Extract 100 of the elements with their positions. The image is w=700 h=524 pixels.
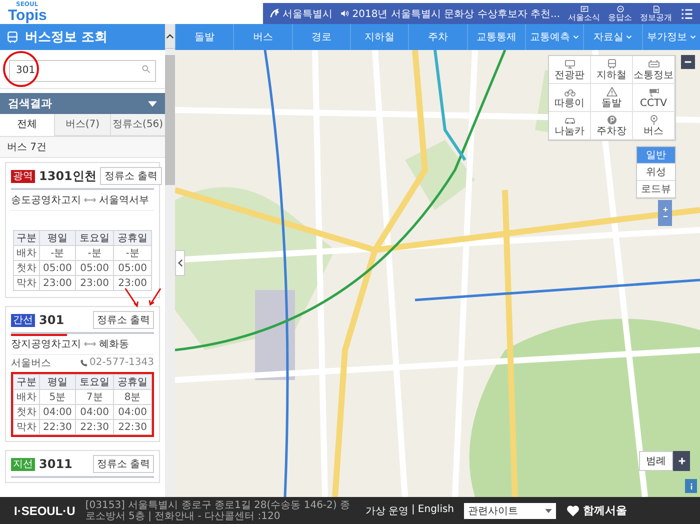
related-sites-dropdown[interactable]: 관련사이트 — [464, 502, 556, 518]
link-separator: | — [412, 504, 415, 516]
table-cell: 05:00 — [39, 260, 76, 276]
layer-icon — [648, 58, 660, 70]
table-cell: 막차 — [14, 276, 40, 290]
caret-icon — [148, 100, 157, 106]
table-cell: 배차 — [14, 390, 40, 404]
table-header: 토요일 — [76, 374, 114, 390]
map-layer-button[interactable]: 따릉이 — [549, 84, 591, 112]
legend-button[interactable]: 범례 — [639, 451, 673, 471]
route-type-badge: 광역 — [11, 170, 35, 182]
table-cell: -분 — [39, 246, 76, 260]
city-link[interactable]: 서울특별시 — [269, 6, 332, 20]
search-icon[interactable] — [141, 64, 151, 74]
table-header: 구분 — [14, 230, 40, 246]
table-cell: 8분 — [114, 390, 152, 404]
table-cell: 막차 — [14, 420, 40, 434]
annotation-underline — [11, 334, 67, 336]
print-stops-button[interactable]: 정류소 출력 — [92, 311, 154, 329]
brand-logo-text: 함께서울 — [583, 503, 628, 518]
route-number[interactable]: 3011 — [39, 457, 89, 471]
link-icon — [616, 5, 624, 13]
footer-link[interactable]: English — [418, 504, 454, 518]
double-arrow-icon — [84, 341, 96, 347]
table-header: 평일 — [39, 230, 76, 246]
map-layer-button[interactable]: 전광판 — [549, 56, 591, 84]
table-cell: 23:00 — [114, 276, 152, 290]
route-type-badge: 지선 — [11, 458, 35, 470]
table-cell: 7분 — [76, 390, 114, 404]
heart-icon — [566, 504, 580, 517]
plus-icon — [678, 457, 686, 465]
footer-link[interactable]: 가상 운영 — [365, 504, 409, 518]
link-icon — [580, 5, 588, 13]
table-cell: 22:30 — [39, 420, 76, 434]
info-icon — [688, 482, 694, 490]
table-cell: 첫차 — [14, 260, 40, 276]
table-cell: 05:00 — [114, 260, 152, 276]
results-header[interactable]: 검색결과 — [0, 93, 165, 114]
header-link[interactable]: 정보공개 — [640, 5, 672, 22]
menu-icon[interactable] — [680, 6, 694, 20]
zoom-control[interactable] — [658, 200, 672, 226]
zoom-out-button[interactable] — [681, 55, 695, 69]
layer-icon — [564, 58, 576, 70]
scroll-up-button[interactable] — [165, 24, 175, 49]
table-cell: 5분 — [39, 390, 76, 404]
route-end: 서울역서부 — [99, 194, 149, 207]
print-stops-button[interactable]: 정류소 출력 — [92, 455, 154, 473]
results-title: 검색결과 — [8, 96, 52, 111]
table-cell: -분 — [114, 246, 152, 260]
caret-icon — [178, 259, 182, 267]
table-header: 평일 — [39, 374, 76, 390]
map-layer-button[interactable]: 소통정보 — [633, 56, 675, 84]
table-cell: 05:00 — [76, 260, 114, 276]
map-layer-button[interactable]: 지하철 — [591, 56, 633, 84]
result-tab[interactable]: 정류소(56) — [110, 114, 165, 136]
bus-company: 서울버스 — [11, 356, 51, 370]
map-layer-button[interactable]: 주차장 — [591, 112, 633, 140]
route-type-badge: 간선 — [11, 314, 35, 326]
table-cell: 22:30 — [114, 420, 152, 434]
phone-icon — [80, 358, 88, 366]
table-header: 토요일 — [76, 230, 114, 246]
footer-logo: I·SEOUL·U — [14, 504, 76, 518]
notice-link[interactable]: 2018년 서울특별시 문화상 수상후보자 추천... — [340, 6, 560, 20]
table-cell: -분 — [76, 246, 114, 260]
info-button[interactable] — [685, 479, 697, 493]
search-field[interactable]: 301 — [9, 60, 156, 82]
route-number[interactable]: 301 — [39, 313, 89, 327]
minus-icon — [684, 58, 692, 66]
panel-collapse-button[interactable] — [175, 250, 185, 276]
expand-button[interactable] — [673, 451, 690, 471]
map-type-button[interactable]: 로드뷰 — [637, 181, 675, 198]
layer-icon — [606, 58, 618, 70]
table-cell: 배차 — [14, 246, 40, 260]
route-start: 송도공영차고지 — [11, 194, 81, 207]
header-link[interactable]: 응답소 — [608, 5, 632, 22]
table-cell: 04:00 — [39, 404, 76, 420]
map-layer-button[interactable]: 나눔카 — [549, 112, 591, 140]
phone-number: 02-577-1343 — [80, 357, 154, 368]
footer-address: [03153] 서울특별시 종로구 종로1길 28(수송동 146-2) 종로소방서 5층 | 전화안내 - 다산콜센터 :120 — [85, 500, 351, 522]
result-count: 버스 7건 — [0, 137, 165, 158]
route-number[interactable]: 1301인천 — [39, 168, 96, 184]
table-cell: 04:00 — [114, 404, 152, 420]
caret-icon — [166, 34, 174, 38]
table-cell: 04:00 — [76, 404, 114, 420]
table-header: 구분 — [14, 374, 40, 390]
scrollbar-thumb[interactable] — [165, 55, 175, 185]
map-layer-button[interactable]: 버스 — [633, 112, 675, 140]
table-cell: 첫차 — [14, 404, 40, 420]
map-layer-button[interactable]: CCTV — [633, 84, 675, 112]
map-type-button[interactable]: 위성 — [637, 164, 675, 181]
header-link[interactable]: 서울소식 — [568, 5, 600, 22]
link-icon — [652, 5, 660, 13]
table-cell: 23:00 — [39, 276, 76, 290]
layer-icon — [606, 86, 618, 98]
result-tab[interactable]: 버스(7) — [54, 114, 110, 136]
route-end: 혜화동 — [99, 338, 129, 351]
table-header: 공휴일 — [114, 230, 152, 246]
map-layer-button[interactable]: 돌발 — [591, 84, 633, 112]
speaker-icon — [340, 9, 350, 18]
print-stops-button[interactable]: 정류소 출력 — [100, 167, 162, 185]
